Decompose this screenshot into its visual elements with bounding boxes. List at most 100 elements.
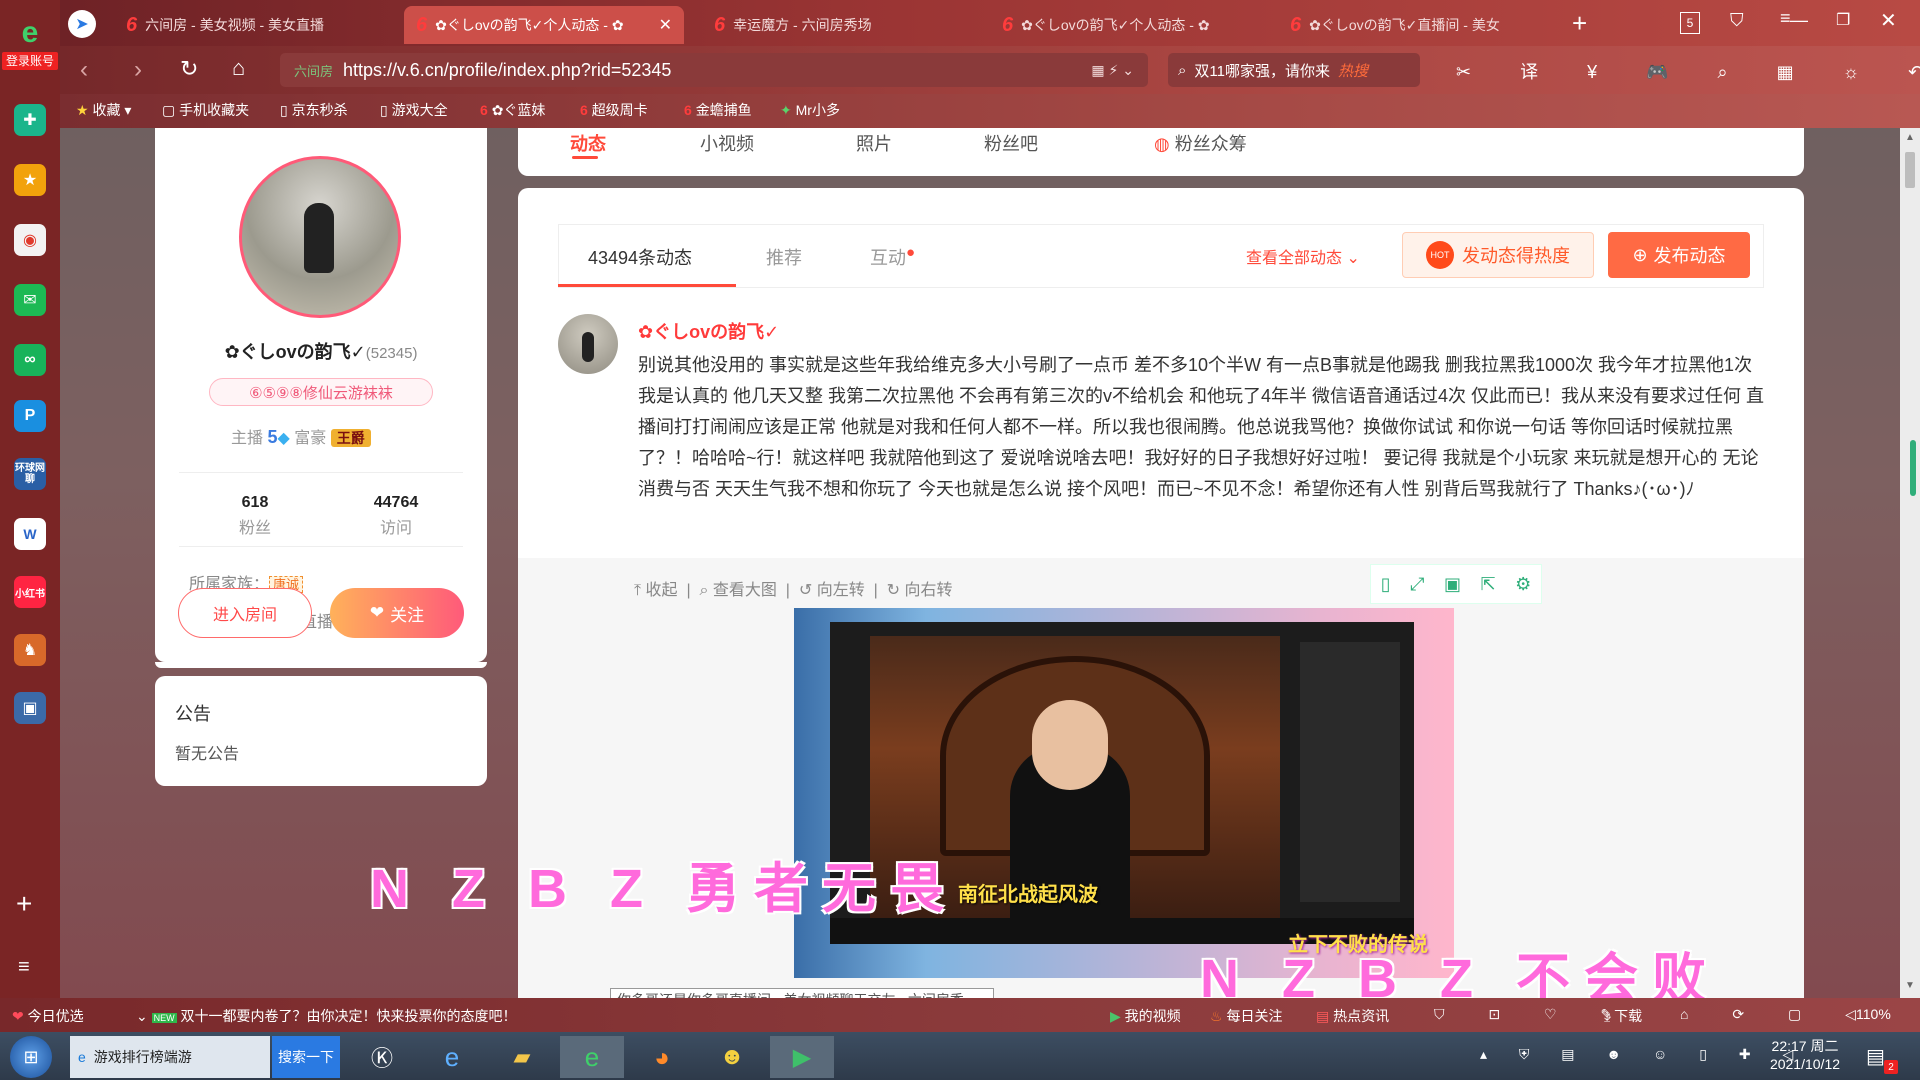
fan-badge[interactable]: ⑥⑤⑨⑧修仙云游袜袜: [209, 378, 433, 406]
start-button[interactable]: ⊞: [10, 1036, 52, 1078]
tab-liujianfang[interactable]: 6 六间房 - 美女视频 - 美女直播: [114, 6, 396, 44]
p-app-icon[interactable]: P: [14, 400, 46, 432]
tab-lucky-cube[interactable]: 6 幸运魔方 - 六间房秀场: [702, 6, 972, 44]
ie-browser-icon[interactable]: e: [420, 1036, 484, 1078]
nav-tab-photos[interactable]: 照片: [856, 130, 892, 156]
new-tab-icon[interactable]: +: [1572, 8, 1587, 39]
mail-icon[interactable]: ✉: [14, 284, 46, 316]
bookmark-icon[interactable]: ▯: [1381, 574, 1391, 595]
game-icon[interactable]: ♞: [14, 634, 46, 666]
video-player-app-icon[interactable]: ▶: [770, 1036, 834, 1078]
toolbar-icons[interactable]: ✂ 译 ¥ 🎮 ⌕ ▦ ☼ ↶ ≡: [1456, 58, 1920, 84]
forward-icon[interactable]: ›: [134, 56, 142, 84]
notification-icon[interactable]: ▤: [1866, 1044, 1885, 1069]
publish-post-button[interactable]: ⊕ 发布动态: [1608, 232, 1750, 278]
bookmark-mobile[interactable]: ▢ 手机收藏夹: [162, 100, 249, 120]
news-app-icon[interactable]: 环球网聊: [14, 458, 46, 490]
bookmark-lanmei[interactable]: 6 ✿ぐ蓝妹: [480, 100, 545, 120]
close-tab-icon[interactable]: ✕: [651, 15, 672, 35]
taskbar-search-box[interactable]: e 游戏排行榜端游: [70, 1036, 270, 1078]
xiaohongshu-icon[interactable]: 小红书: [14, 576, 46, 608]
view-large-button[interactable]: ⌕ 查看大图: [699, 582, 776, 599]
weibo-icon[interactable]: ◉: [14, 224, 46, 256]
liujianfang-favicon-icon: 6: [684, 102, 692, 118]
rotate-right-button[interactable]: ↻ 向右转: [887, 582, 953, 599]
login-account-button[interactable]: 登录账号: [2, 52, 58, 70]
add-sidebar-icon[interactable]: +: [16, 888, 32, 920]
visits-count[interactable]: 44764: [351, 494, 441, 512]
nav-tab-feed[interactable]: 动态: [570, 130, 606, 156]
save-icon[interactable]: ▣: [1444, 574, 1461, 595]
liujianfang-favicon-icon: 6: [480, 102, 488, 118]
daily-follow-button[interactable]: ♨ 每日关注: [1210, 1006, 1282, 1026]
settings-gear-icon[interactable]: ⚙: [1515, 574, 1531, 595]
tab-profile-2[interactable]: 6 ✿ぐしovの韵飞✓个人动态 - ✿: [990, 6, 1250, 44]
plus-app-icon[interactable]: ✚: [14, 104, 46, 136]
360-browser-icon[interactable]: e: [560, 1036, 624, 1078]
feed-recommend-tab[interactable]: 推荐: [766, 244, 802, 270]
minimize-icon[interactable]: —: [1790, 10, 1808, 31]
shirt-skin-icon[interactable]: ⛉: [1730, 10, 1744, 31]
fans-count[interactable]: 618: [215, 494, 295, 512]
status-right-icons[interactable]: ⌂ ⟳ ▢ ◁: [1680, 1006, 1876, 1023]
favorite-star-icon[interactable]: ★: [14, 164, 46, 196]
follow-button[interactable]: ❤ 关注: [330, 588, 464, 638]
back-icon[interactable]: ‹: [80, 56, 88, 84]
zoom-level[interactable]: 110%: [1856, 1006, 1891, 1022]
tab-profile-active[interactable]: 6 ✿ぐしovの韵飞✓个人动态 - ✿ ✕: [404, 6, 684, 44]
feed-count-tab[interactable]: 43494条动态: [588, 244, 692, 270]
view-all-dropdown[interactable]: 查看全部动态 ⌄: [1246, 244, 1360, 268]
address-tools-icon[interactable]: ▦ ⚡ ⌄: [1091, 62, 1134, 79]
window-menu-icon[interactable]: ≡: [1780, 8, 1791, 29]
status-tools-icons[interactable]: ⛉ ⊡ ♡ ✎: [1434, 1006, 1632, 1023]
colorful-app-icon[interactable]: ◕: [630, 1036, 694, 1078]
heat-post-button[interactable]: HOT 发动态得热度: [1402, 232, 1594, 278]
bookmark-games[interactable]: ▯ 游戏大全: [380, 100, 448, 120]
rotate-left-button[interactable]: ↺ 向左转: [799, 582, 865, 599]
news-ticker[interactable]: ⌄ NEW 双十一都要内卷了？由你决定！快来投票你的态度吧！: [136, 1006, 517, 1026]
sidebar-menu-icon[interactable]: ≡: [18, 956, 30, 979]
post-author[interactable]: ✿ぐしovの韵飞✓: [638, 318, 779, 344]
hot-news-button[interactable]: ▤ 热点资讯: [1316, 1006, 1389, 1026]
restore-icon[interactable]: ❐: [1836, 10, 1850, 30]
k-app-icon[interactable]: Ⓚ: [350, 1036, 414, 1078]
page-scrollbar[interactable]: ▲ ▼: [1900, 128, 1920, 998]
bookmark-favorites[interactable]: ★ 收藏 ▾: [76, 100, 131, 120]
taskbar-search-button[interactable]: 搜索一下: [272, 1036, 340, 1078]
scrollbar-thumb[interactable]: [1905, 152, 1915, 188]
file-explorer-icon[interactable]: ▰: [490, 1036, 554, 1078]
clock[interactable]: 22:17 周二 2021/10/12: [1750, 1036, 1860, 1072]
chicken-app-icon[interactable]: ☻: [700, 1036, 764, 1078]
site-prefix: 六间房: [294, 63, 334, 79]
cloud-icon[interactable]: ∞: [14, 344, 46, 376]
nav-tab-fanbar[interactable]: 粉丝吧: [984, 130, 1038, 156]
collapse-button[interactable]: ⤒ 收起: [634, 582, 678, 599]
search-box[interactable]: ⌕ 双11哪家强，请你来 热搜: [1168, 53, 1420, 87]
doc-icon[interactable]: W: [14, 518, 46, 550]
close-window-icon[interactable]: ✕: [1880, 8, 1897, 33]
nav-tab-videos[interactable]: 小视频: [700, 130, 754, 156]
address-bar[interactable]: 六间房 https://v.6.cn/profile/index.php?rid…: [280, 53, 1148, 87]
feed-interact-tab[interactable]: 互动●: [870, 244, 915, 270]
photo-app-icon[interactable]: ▣: [14, 692, 46, 724]
scroll-up-icon[interactable]: ▲: [1905, 132, 1915, 143]
bookmark-jd[interactable]: ▯ 京东秒杀: [280, 100, 348, 120]
nav-tab-crowdfund[interactable]: ◍ 粉丝众筹: [1154, 130, 1247, 156]
enter-room-button[interactable]: 进入房间: [178, 588, 312, 638]
bookmark-weekcard[interactable]: 6 超级周卡: [580, 100, 648, 120]
bookmark-mrxiaoduo[interactable]: ✦ Mr小多: [780, 100, 840, 120]
reload-icon[interactable]: ↻: [180, 56, 198, 82]
my-video-button[interactable]: ▶ 我的视频: [1110, 1006, 1181, 1026]
avatar[interactable]: [239, 156, 401, 318]
today-picks[interactable]: ❤ 今日优选: [12, 1006, 84, 1026]
share-icon[interactable]: ⇱: [1481, 574, 1496, 595]
navigation-arrow-icon[interactable]: ➤: [68, 10, 96, 38]
download-button[interactable]: ⤓ 下载: [1604, 1006, 1642, 1026]
home-icon[interactable]: ⌂: [232, 55, 245, 81]
tab-live-room[interactable]: 6 ✿ぐしovの韵飞✓直播间 - 美女: [1278, 6, 1538, 44]
fullscreen-icon[interactable]: ⤢: [1410, 574, 1424, 595]
tab-count-badge[interactable]: 5: [1680, 12, 1700, 34]
bookmark-fishing[interactable]: 6 金蟾捕鱼: [684, 100, 752, 120]
post-avatar[interactable]: [558, 314, 618, 374]
scroll-down-icon[interactable]: ▼: [1905, 980, 1915, 991]
